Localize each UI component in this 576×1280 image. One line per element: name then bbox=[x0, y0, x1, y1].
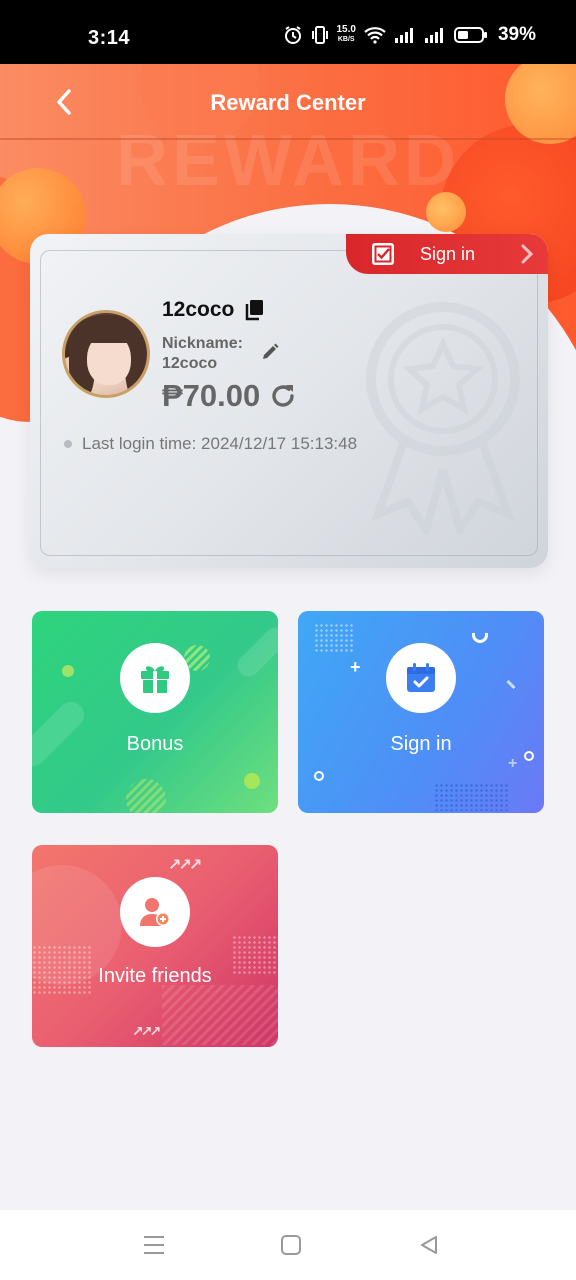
wifi-icon bbox=[364, 27, 386, 44]
user-add-icon-circle bbox=[120, 877, 190, 947]
bullet-dot bbox=[64, 440, 72, 448]
chevron-right-icon bbox=[521, 244, 534, 264]
signal-icon-1 bbox=[394, 28, 413, 43]
refresh-icon[interactable] bbox=[268, 381, 298, 411]
sign-in-label: Sign in bbox=[390, 733, 452, 755]
bonus-label: Bonus bbox=[126, 733, 184, 755]
header-bar: Reward Center bbox=[0, 64, 576, 140]
page-title: Reward Center bbox=[210, 90, 366, 115]
invite-friends-tile[interactable]: ↗↗↗ ↗↗↗ Invite friends bbox=[32, 845, 278, 1047]
home-button[interactable] bbox=[278, 1232, 304, 1258]
gift-icon bbox=[141, 666, 169, 693]
nickname-value: 12coco bbox=[162, 355, 218, 372]
battery-percent: 39% bbox=[497, 24, 536, 45]
triangle-back-icon bbox=[421, 1236, 437, 1254]
nickname-label: Nickname: bbox=[162, 335, 243, 352]
system-nav-bar bbox=[0, 1210, 576, 1280]
signal-icon-2 bbox=[424, 28, 443, 43]
alarm-icon bbox=[284, 26, 301, 44]
square-icon bbox=[281, 1235, 301, 1255]
sign-in-tab[interactable]: Sign in bbox=[346, 234, 548, 274]
network-speed-unit: KB/S bbox=[337, 36, 355, 43]
menu-button[interactable] bbox=[141, 1232, 167, 1258]
vibrate-icon bbox=[311, 26, 328, 44]
hero-header: REWARD Reward Center Sign in 12coco Nick… bbox=[0, 64, 576, 584]
checkbox-icon bbox=[372, 243, 394, 265]
menu-icon bbox=[144, 1236, 164, 1254]
sign-in-tile[interactable]: + + Sign in bbox=[298, 611, 544, 813]
last-login: Last login time: 2024/12/17 15:13:48 bbox=[64, 434, 357, 454]
battery-icon bbox=[453, 27, 487, 43]
calendar-icon-circle bbox=[386, 643, 456, 713]
sign-in-tab-label: Sign in bbox=[420, 243, 476, 264]
avatar bbox=[62, 310, 150, 398]
balance-amount: ₱70.00 bbox=[162, 378, 261, 413]
status-time: 3:14 bbox=[88, 27, 131, 49]
username: 12coco bbox=[162, 298, 235, 321]
award-badge-icon bbox=[366, 302, 520, 534]
network-speed: 15.0 KB/S bbox=[337, 25, 356, 45]
invite-friends-label: Invite friends bbox=[98, 965, 212, 987]
reward-center-screen: 3:14 15.0 KB/S 39% REWARD Reward Center … bbox=[0, 0, 576, 1280]
bonus-tile[interactable]: Bonus bbox=[32, 611, 278, 813]
back-nav-button[interactable] bbox=[416, 1232, 442, 1258]
network-speed-value: 15.0 bbox=[336, 24, 356, 35]
gift-icon-circle bbox=[120, 643, 190, 713]
last-login-text: Last login time: 2024/12/17 15:13:48 bbox=[82, 434, 358, 453]
status-icons: 15.0 KB/S 39% bbox=[283, 24, 536, 46]
balance-row: ₱70.00 bbox=[162, 378, 298, 414]
copy-icon[interactable] bbox=[244, 299, 264, 321]
user-add-icon bbox=[140, 898, 170, 926]
username-row: 12coco bbox=[162, 298, 264, 322]
status-bar: 3:14 15.0 KB/S 39% bbox=[0, 0, 576, 64]
profile-card: Sign in 12coco Nickname: 12coco ₱70.00 L… bbox=[30, 234, 548, 568]
edit-pencil-icon[interactable] bbox=[260, 342, 280, 367]
calendar-check-icon bbox=[407, 663, 435, 692]
